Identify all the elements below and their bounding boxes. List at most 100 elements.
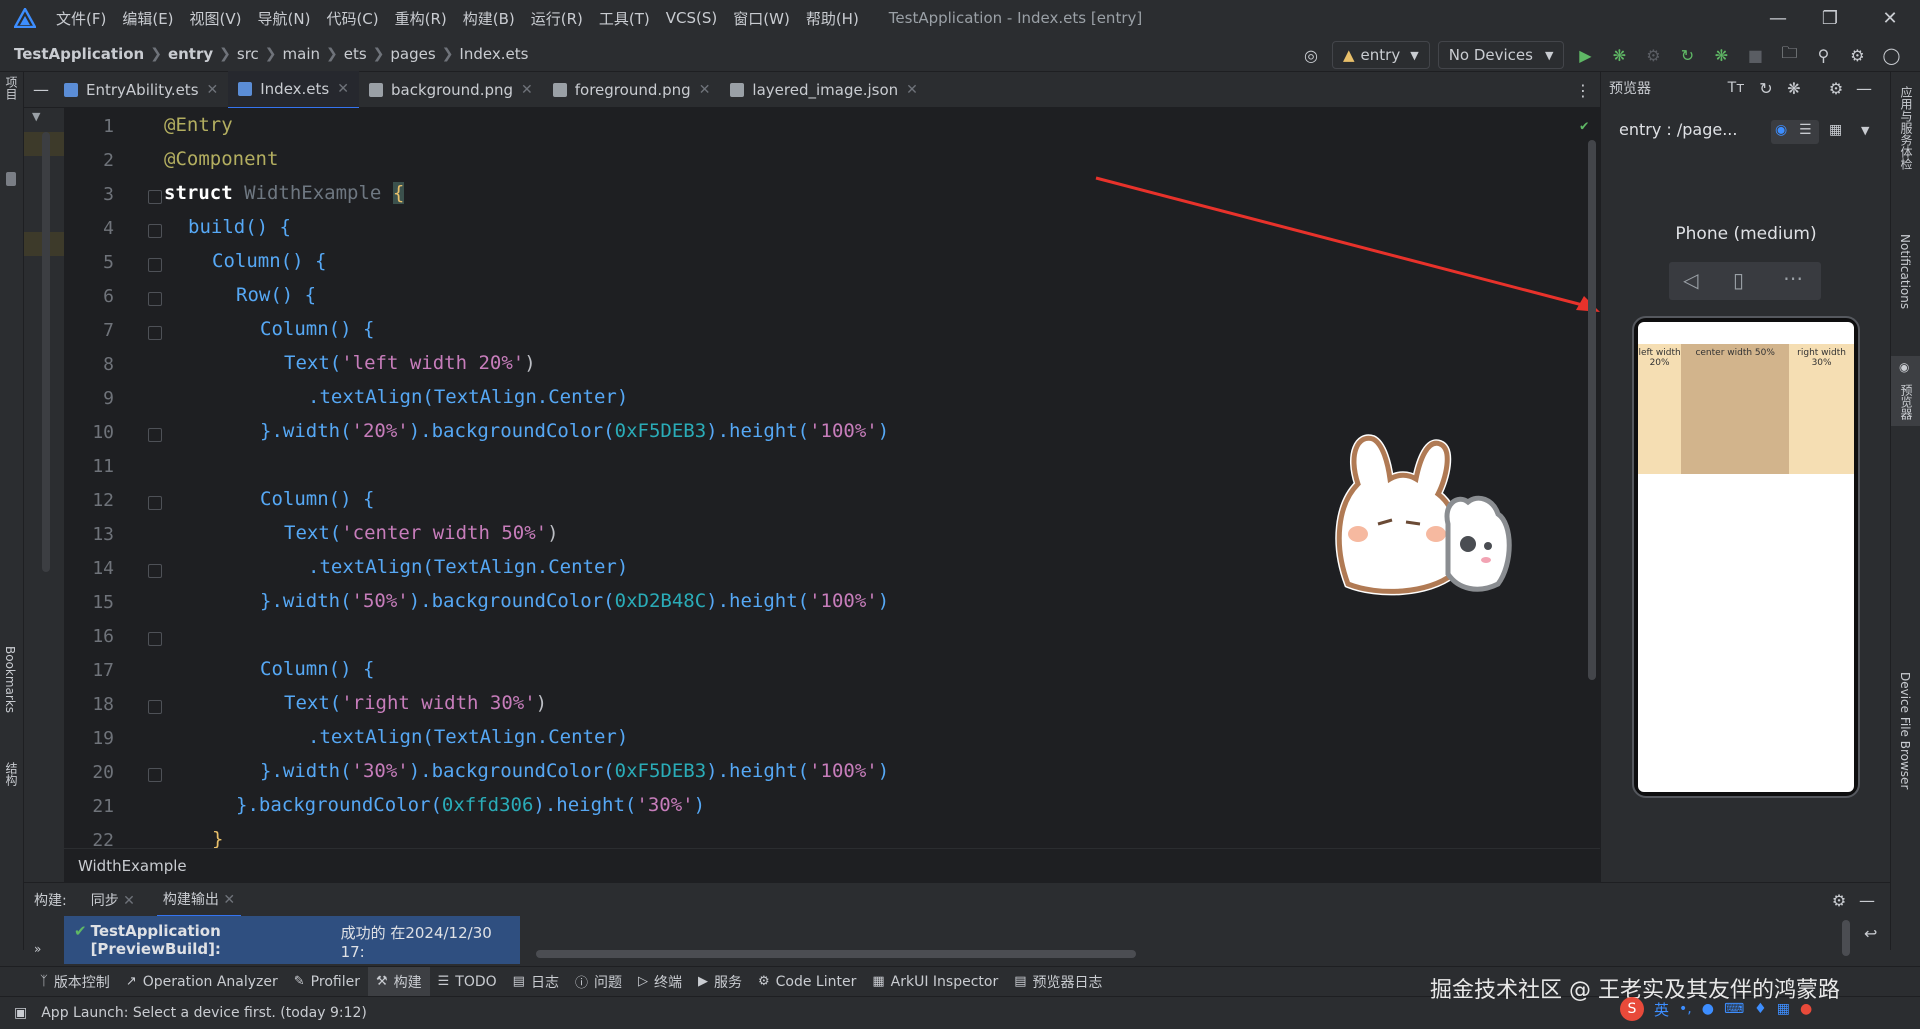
more-icon[interactable]: ⋯ bbox=[1783, 266, 1803, 290]
device-manager-icon[interactable]: 🗀 bbox=[1776, 42, 1802, 68]
punctuation-icon[interactable]: •, bbox=[1679, 1001, 1692, 1017]
error-icon[interactable]: ● bbox=[1800, 1001, 1812, 1017]
tab-sync[interactable]: 同步 ✕ bbox=[91, 890, 135, 910]
minimize-panel-icon[interactable]: — bbox=[1854, 887, 1880, 913]
attach-debugger-icon[interactable]: ⚙ bbox=[1640, 42, 1666, 68]
settings-icon[interactable]: ⚙ bbox=[1823, 75, 1849, 101]
more-tabs-icon[interactable]: ⋮ bbox=[1570, 77, 1596, 103]
crumb-main[interactable]: main bbox=[283, 45, 320, 63]
menu-tools[interactable]: 工具(T) bbox=[591, 8, 658, 29]
settings-icon[interactable]: ⚙ bbox=[1826, 887, 1852, 913]
device-file-browser-tool-button[interactable]: Device File Browser bbox=[1898, 672, 1920, 793]
close-icon[interactable]: ✕ bbox=[699, 82, 711, 98]
close-icon[interactable]: ✕ bbox=[123, 893, 135, 909]
target-icon[interactable]: ◎ bbox=[1298, 42, 1324, 68]
menu-help[interactable]: 帮助(H) bbox=[798, 8, 867, 29]
menu-build[interactable]: 构建(B) bbox=[455, 8, 523, 29]
layers-icon[interactable]: ☰ bbox=[1799, 122, 1812, 138]
status-message[interactable]: App Launch: Select a device first. (toda… bbox=[41, 1005, 367, 1021]
previewer-tool-button[interactable]: 预览器 ◉ bbox=[1891, 356, 1920, 426]
tool-profiler[interactable]: ✎ Profiler bbox=[286, 967, 368, 997]
menu-file[interactable]: 文件(F) bbox=[48, 8, 114, 29]
rotate-icon[interactable]: ▯ bbox=[1733, 268, 1744, 292]
tool-terminal[interactable]: ▷ 终端 bbox=[630, 967, 690, 997]
tab-layered-image[interactable]: layered_image.json ✕ bbox=[720, 72, 927, 108]
account-icon[interactable]: ◯ bbox=[1878, 42, 1904, 68]
collapse-icon[interactable]: — bbox=[28, 77, 54, 103]
layout-icon[interactable]: ▣ bbox=[14, 1005, 27, 1021]
horizontal-scrollbar[interactable] bbox=[536, 950, 1136, 958]
ime-mode[interactable]: 英 bbox=[1654, 999, 1669, 1020]
app-service-tool-button[interactable]: 应用与服务体检 bbox=[1898, 86, 1920, 174]
crumb-ets[interactable]: ets bbox=[344, 45, 367, 63]
skin-icon[interactable]: ♦ bbox=[1754, 1001, 1767, 1017]
wrap-icon[interactable]: ↩ bbox=[1864, 924, 1877, 943]
tool-code-linter[interactable]: ⚙ Code Linter bbox=[750, 967, 864, 997]
toolbox-icon[interactable]: ▦ bbox=[1777, 1001, 1790, 1017]
crumb-src[interactable]: src bbox=[237, 45, 259, 63]
minimize-icon[interactable]: — bbox=[1750, 0, 1806, 36]
menu-refactor[interactable]: 重构(R) bbox=[387, 8, 455, 29]
menu-navigate[interactable]: 导航(N) bbox=[250, 8, 319, 29]
chevron-down-icon[interactable]: ▼ bbox=[1861, 124, 1869, 137]
profile-icon[interactable]: ❋ bbox=[1708, 42, 1734, 68]
editor-scrollbar[interactable] bbox=[1588, 140, 1596, 680]
chevron-down-icon[interactable]: ▼ bbox=[32, 110, 40, 123]
font-size-icon[interactable]: Tт bbox=[1723, 75, 1749, 101]
build-result-row[interactable]: ✔ TestApplication [PreviewBuild]: 成功的 在2… bbox=[64, 916, 520, 964]
close-icon[interactable]: ✕ bbox=[906, 82, 918, 98]
route-label[interactable]: entry : /page... bbox=[1619, 120, 1737, 139]
tool-version-control[interactable]: ᛉ 版本控制 bbox=[32, 967, 118, 997]
tool-services[interactable]: ▶ 服务 bbox=[690, 967, 750, 997]
menu-code[interactable]: 代码(C) bbox=[318, 8, 386, 29]
inspector-icon[interactable]: ❋ bbox=[1781, 75, 1807, 101]
crumb-project[interactable]: TestApplication bbox=[14, 45, 144, 63]
restore-icon[interactable]: ❐ bbox=[1802, 0, 1858, 36]
stop-icon[interactable]: ■ bbox=[1742, 42, 1768, 68]
tool-build[interactable]: ⚒ 构建 bbox=[367, 966, 430, 997]
tool-problems[interactable]: ⓘ 问题 bbox=[567, 967, 630, 997]
tab-build-output[interactable]: 构建输出 ✕ bbox=[156, 883, 242, 917]
expand-icon[interactable]: » bbox=[34, 942, 41, 956]
notifications-tool-button[interactable]: Notifications bbox=[1898, 234, 1912, 313]
back-icon[interactable]: ◁ bbox=[1683, 268, 1698, 292]
folder-icon[interactable] bbox=[6, 172, 16, 186]
menu-window[interactable]: 窗口(W) bbox=[725, 8, 798, 29]
search-icon[interactable]: ⚲ bbox=[1810, 42, 1836, 68]
tool-log[interactable]: ▤ 日志 bbox=[505, 967, 567, 997]
module-select[interactable]: ▲ entry ▼ bbox=[1332, 41, 1430, 69]
tool-previewer-log[interactable]: ▤ 预览器日志 bbox=[1006, 967, 1110, 997]
mic-icon[interactable]: ● bbox=[1702, 1001, 1714, 1017]
grid-icon[interactable]: ▦ bbox=[1829, 122, 1842, 138]
bookmarks-tool-button[interactable]: Bookmarks bbox=[3, 646, 17, 717]
tab-entryability[interactable]: EntryAbility.ets ✕ bbox=[54, 72, 228, 108]
keyboard-icon[interactable]: ⌨ bbox=[1724, 1001, 1744, 1017]
tool-operation-analyzer[interactable]: ↗ Operation Analyzer bbox=[118, 967, 286, 997]
tab-background[interactable]: background.png ✕ bbox=[359, 72, 543, 108]
crumb-pages[interactable]: pages bbox=[390, 45, 435, 63]
menu-run[interactable]: 运行(R) bbox=[523, 8, 591, 29]
close-icon[interactable]: ✕ bbox=[223, 892, 235, 908]
crumb-file[interactable]: Index.ets bbox=[459, 45, 528, 63]
eye-icon[interactable]: ◉ bbox=[1775, 122, 1787, 138]
reload-icon[interactable]: ↻ bbox=[1674, 42, 1700, 68]
settings-icon[interactable]: ⚙ bbox=[1844, 42, 1870, 68]
sogou-icon[interactable]: S bbox=[1620, 997, 1644, 1021]
debug-icon[interactable]: ❋ bbox=[1606, 42, 1632, 68]
close-icon[interactable]: ✕ bbox=[521, 82, 533, 98]
tool-arkui-inspector[interactable]: ▦ ArkUI Inspector bbox=[864, 967, 1006, 997]
menu-vcs[interactable]: VCS(S) bbox=[658, 9, 725, 27]
run-icon[interactable]: ▶ bbox=[1572, 42, 1598, 68]
menu-edit[interactable]: 编辑(E) bbox=[114, 8, 181, 29]
device-select[interactable]: No Devices ▼ bbox=[1437, 41, 1565, 69]
minimize-panel-icon[interactable]: — bbox=[1851, 75, 1877, 101]
close-icon[interactable]: ✕ bbox=[207, 82, 219, 98]
tool-todo[interactable]: ☰ TODO bbox=[430, 967, 505, 997]
refresh-icon[interactable]: ↻ bbox=[1753, 75, 1779, 101]
phone-screen[interactable]: left width 20% center width 50% right wi… bbox=[1638, 322, 1854, 792]
tab-index[interactable]: Index.ets ✕ bbox=[228, 70, 359, 109]
vertical-scrollbar[interactable] bbox=[1842, 920, 1850, 956]
structure-breadcrumb[interactable]: WidthExample bbox=[64, 848, 1600, 882]
menu-view[interactable]: 视图(V) bbox=[182, 8, 250, 29]
code-editor[interactable]: ✔ @Entry @Component struct WidthExample … bbox=[124, 108, 1600, 848]
